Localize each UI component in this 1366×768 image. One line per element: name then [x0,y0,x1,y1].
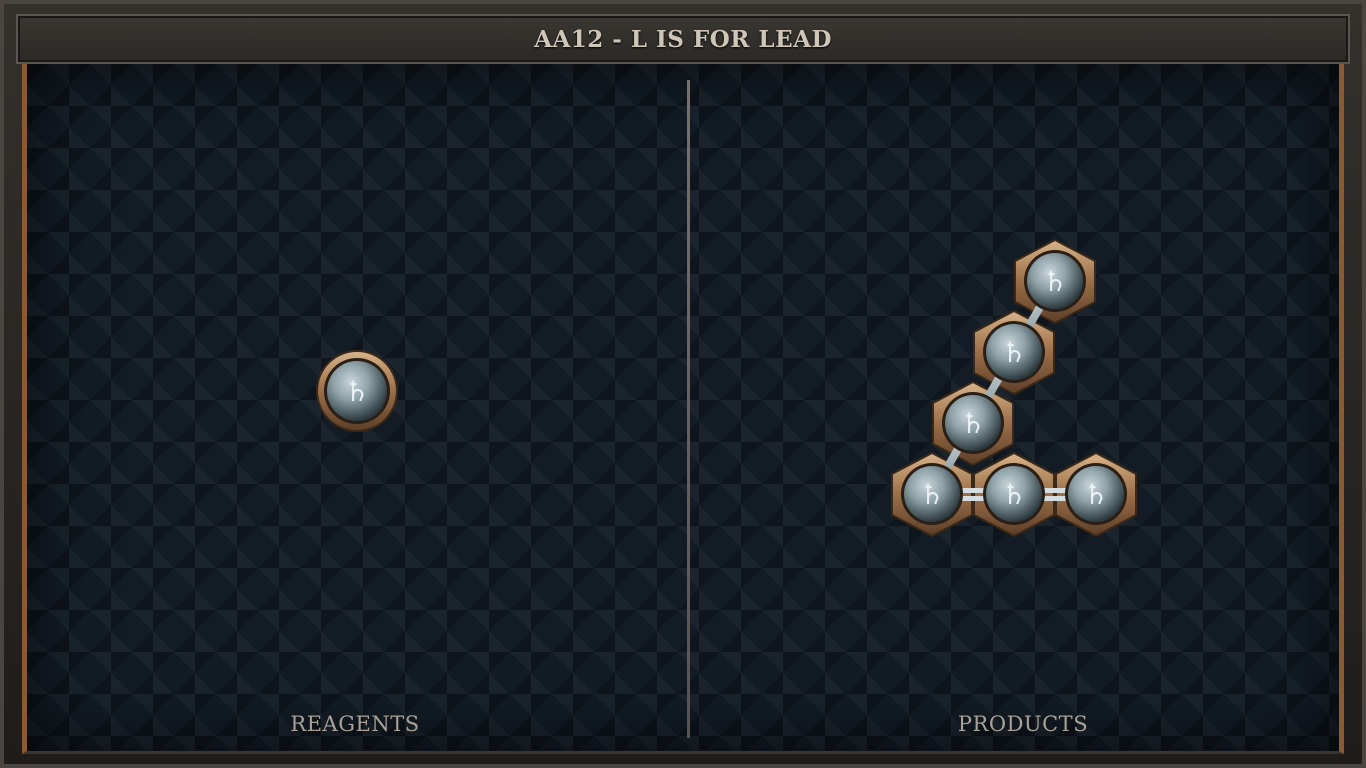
lead-symbol: ♄ [1083,478,1108,511]
product-atom-lead: ♄ [1065,463,1127,525]
lead-symbol: ♄ [344,375,369,408]
reagent-molecule: ♄ [316,350,398,432]
product-atom-lead: ♄ [901,463,963,525]
product-atom-lead: ♄ [942,392,1004,454]
puzzle-title: AA12 - L IS FOR LEAD [534,25,832,53]
lead-symbol: ♄ [960,407,985,440]
lead-symbol: ♄ [1042,265,1067,298]
product-atom-lead: ♄ [1024,250,1086,312]
lead-symbol: ♄ [1001,336,1026,369]
lead-symbol: ♄ [1001,478,1026,511]
title-bar: AA12 - L IS FOR LEAD [16,14,1350,64]
reagent-atom-lead: ♄ [316,350,398,432]
products-label: PRODUCTS [957,712,1089,736]
lead-symbol: ♄ [919,478,944,511]
puzzle-board: ♄ ♄ ♄ ♄ ♄ ♄ ♄ REAGENTS PRODUCTS [22,64,1344,754]
product-atom-lead: ♄ [983,463,1045,525]
reagents-label: REAGENTS [290,712,420,736]
product-molecule: ♄ ♄ ♄ ♄ ♄ ♄ [891,238,1137,538]
molecule-canvas: ♄ ♄ ♄ ♄ ♄ ♄ ♄ [316,238,1137,538]
product-atom-lead: ♄ [983,321,1045,383]
